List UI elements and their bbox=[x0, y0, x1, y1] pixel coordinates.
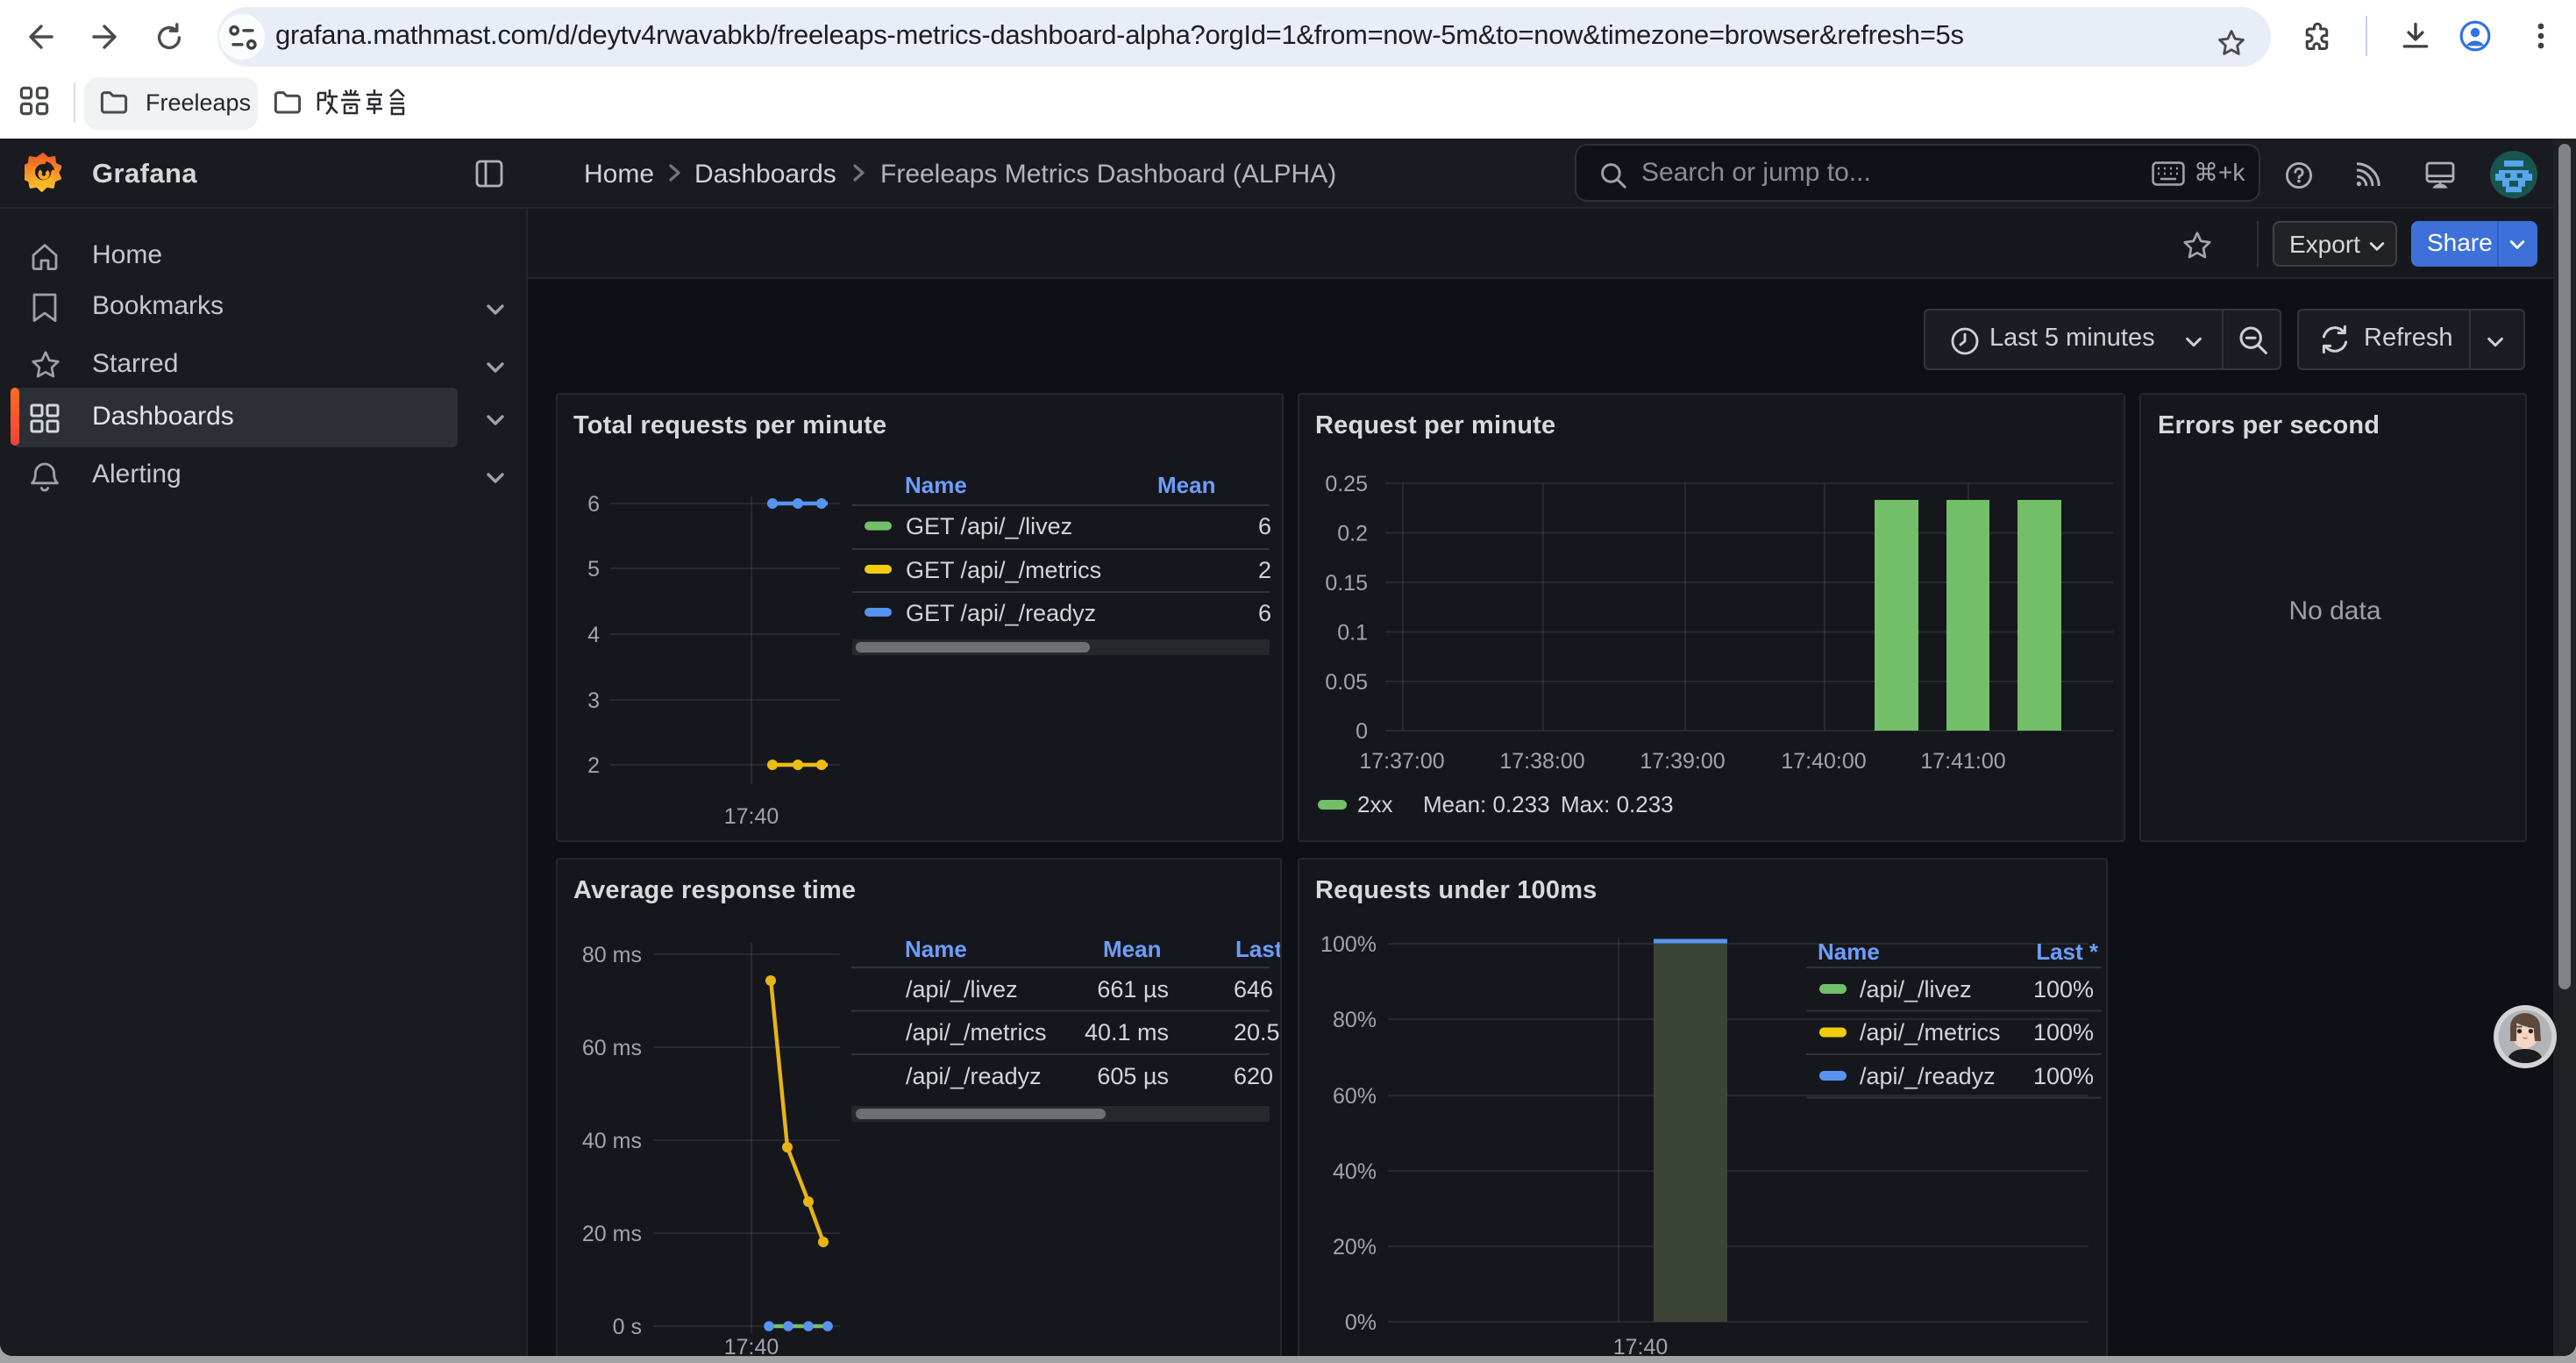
svg-text:GET /api/_/readyz: GET /api/_/readyz bbox=[905, 600, 1095, 626]
svg-text:80%: 80% bbox=[1332, 1008, 1376, 1032]
svg-text:0.15: 0.15 bbox=[1324, 571, 1367, 596]
svg-text:GET /api/_/livez: GET /api/_/livez bbox=[905, 513, 1071, 539]
svg-text:620 µs: 620 µs bbox=[1233, 1063, 1281, 1089]
svg-text:661 µs: 661 µs bbox=[1096, 976, 1168, 1003]
svg-text:40 ms: 40 ms bbox=[581, 1129, 641, 1153]
svg-text:0.25: 0.25 bbox=[1324, 472, 1367, 496]
svg-text:646 µs: 646 µs bbox=[1233, 976, 1281, 1003]
svg-text:Name: Name bbox=[1817, 938, 1879, 965]
svg-text:17:39:00: 17:39:00 bbox=[1639, 749, 1724, 774]
svg-text:/api/_/livez: /api/_/livez bbox=[905, 976, 1017, 1003]
svg-text:/api/_/livez: /api/_/livez bbox=[1859, 976, 1971, 1003]
svg-text:17:38:00: 17:38:00 bbox=[1498, 749, 1583, 774]
svg-text:Mean: Mean bbox=[1156, 472, 1214, 498]
svg-text:605 µs: 605 µs bbox=[1096, 1063, 1168, 1089]
svg-text:17:37:00: 17:37:00 bbox=[1358, 749, 1443, 774]
svg-text:0 s: 0 s bbox=[612, 1315, 641, 1339]
svg-text:/api/_/metrics: /api/_/metrics bbox=[1859, 1019, 2000, 1045]
svg-text:20.5 ms: 20.5 ms bbox=[1233, 1019, 1281, 1045]
svg-text:/api/_/readyz: /api/_/readyz bbox=[905, 1063, 1041, 1089]
svg-text:Name: Name bbox=[904, 472, 966, 498]
svg-text:60 ms: 60 ms bbox=[581, 1036, 641, 1060]
svg-text:6: 6 bbox=[1257, 513, 1270, 539]
svg-text:17:40:00: 17:40:00 bbox=[1780, 749, 1865, 774]
svg-text:Last: Last bbox=[1235, 936, 1281, 962]
svg-text:/api/_/metrics: /api/_/metrics bbox=[905, 1019, 1046, 1045]
svg-text:Max: 0.233: Max: 0.233 bbox=[1560, 791, 1673, 817]
svg-text:3: 3 bbox=[587, 689, 599, 713]
svg-text:4: 4 bbox=[587, 623, 599, 647]
svg-text:Mean: 0.233: Mean: 0.233 bbox=[1422, 791, 1549, 817]
svg-text:Last *: Last * bbox=[2035, 938, 2098, 965]
svg-text:20 ms: 20 ms bbox=[581, 1222, 641, 1246]
svg-text:17:40: 17:40 bbox=[723, 804, 779, 829]
svg-text:0%: 0% bbox=[1344, 1310, 1376, 1335]
svg-text:40%: 40% bbox=[1332, 1160, 1376, 1184]
svg-text:17:40: 17:40 bbox=[1612, 1335, 1668, 1356]
svg-text:100%: 100% bbox=[1320, 932, 1376, 957]
svg-text:0.2: 0.2 bbox=[1336, 522, 1367, 546]
svg-text:0.05: 0.05 bbox=[1324, 670, 1367, 695]
svg-text:100%: 100% bbox=[2032, 1019, 2093, 1045]
svg-text:17:40: 17:40 bbox=[723, 1335, 779, 1356]
svg-text:60%: 60% bbox=[1332, 1084, 1376, 1109]
svg-text:/api/_/readyz: /api/_/readyz bbox=[1859, 1063, 1995, 1089]
svg-text:100%: 100% bbox=[2032, 1063, 2093, 1089]
svg-text:Name: Name bbox=[904, 936, 966, 962]
svg-text:40.1 ms: 40.1 ms bbox=[1084, 1019, 1168, 1045]
svg-text:5: 5 bbox=[587, 557, 599, 582]
svg-text:20%: 20% bbox=[1332, 1235, 1376, 1260]
svg-text:6: 6 bbox=[587, 492, 599, 517]
svg-text:2: 2 bbox=[1257, 557, 1270, 583]
svg-text:2: 2 bbox=[587, 753, 599, 778]
svg-text:GET /api/_/metrics: GET /api/_/metrics bbox=[905, 557, 1100, 583]
svg-text:Mean: Mean bbox=[1102, 936, 1160, 962]
svg-text:0.1: 0.1 bbox=[1336, 621, 1367, 646]
svg-text:6: 6 bbox=[1257, 600, 1270, 626]
svg-text:0: 0 bbox=[1355, 719, 1367, 744]
svg-text:17:41:00: 17:41:00 bbox=[1919, 749, 2004, 774]
svg-text:80 ms: 80 ms bbox=[581, 943, 641, 967]
svg-text:2xx: 2xx bbox=[1356, 791, 1391, 817]
svg-text:100%: 100% bbox=[2032, 976, 2093, 1003]
